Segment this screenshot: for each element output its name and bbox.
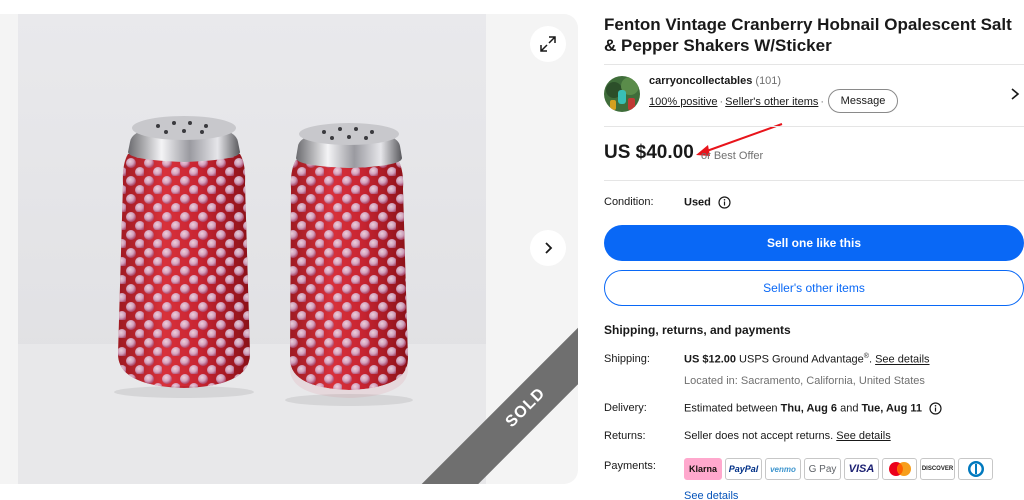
item-location: Located in: Sacramento, California, Unit…	[684, 375, 925, 387]
right-shaker	[290, 123, 408, 398]
registered-mark: ®	[863, 353, 869, 360]
best-offer-label: or Best Offer	[701, 150, 764, 162]
paypal-logo: PayPal	[725, 458, 762, 480]
condition-text: Used	[684, 196, 711, 209]
payment-methods: Klarna PayPal venmo G Pay VISA DISCOVER	[684, 458, 993, 480]
expand-icon	[540, 36, 556, 52]
left-shaker	[118, 116, 250, 388]
google-pay-logo: G Pay	[804, 458, 841, 480]
expand-button[interactable]	[530, 26, 566, 62]
returns-see-details-link[interactable]: See details	[836, 430, 890, 442]
shipping-cost: US $12.00	[684, 353, 736, 366]
condition-label: Condition:	[604, 196, 654, 208]
seller-links: 100% positive · Seller's other items ·	[649, 96, 825, 108]
diners-club-icon	[958, 458, 993, 480]
shipping-see-details-link[interactable]: See details	[875, 354, 929, 366]
delivery-and: and	[840, 402, 859, 415]
delivery-start: Thu, Aug 6	[780, 402, 838, 415]
info-icon[interactable]	[929, 402, 942, 415]
divider	[604, 64, 1024, 65]
price: US $40.00	[604, 142, 694, 163]
shipping-section-title: Shipping, returns, and payments	[604, 323, 791, 337]
discover-logo: DISCOVER	[920, 458, 955, 480]
chevron-right-icon	[545, 242, 553, 254]
info-icon[interactable]	[718, 196, 731, 209]
seller-username[interactable]: carryoncollectables	[649, 75, 752, 87]
seller-avatar[interactable]	[604, 76, 640, 112]
divider	[604, 126, 1024, 127]
positive-feedback-link[interactable]: 100% positive	[649, 96, 718, 108]
chevron-right-icon[interactable]	[1008, 86, 1022, 102]
message-button[interactable]: Message	[828, 89, 898, 113]
delivery-label: Delivery:	[604, 402, 647, 414]
klarna-logo: Klarna	[684, 458, 722, 480]
returns-text: Seller does not accept returns.	[684, 430, 834, 442]
shipping-label: Shipping:	[604, 353, 650, 365]
item-details-panel: Fenton Vintage Cranberry Hobnail Opalesc…	[604, 0, 1024, 500]
listing-title: Fenton Vintage Cranberry Hobnail Opalesc…	[604, 15, 1012, 55]
seller-name[interactable]: carryoncollectables (101)	[649, 75, 781, 87]
visa-logo: VISA	[844, 458, 879, 480]
delivery-end: Tue, Aug 11	[861, 402, 923, 415]
delivery-value: Estimated between Thu, Aug 6 and Tue, Au…	[684, 402, 942, 415]
mastercard-icon	[882, 458, 917, 480]
condition-value: Used	[684, 196, 731, 209]
delivery-prefix: Estimated between	[684, 402, 778, 415]
divider	[604, 180, 1024, 181]
seller-other-items-link[interactable]: Seller's other items	[725, 96, 818, 108]
returns-value: Seller does not accept returns. See deta…	[684, 430, 891, 442]
image-gallery: SOLD	[0, 14, 578, 484]
returns-label: Returns:	[604, 430, 646, 442]
product-photo[interactable]	[18, 14, 486, 484]
payments-see-details-link[interactable]: See details	[684, 490, 738, 500]
payments-label: Payments:	[604, 460, 656, 472]
venmo-logo: venmo	[765, 458, 801, 480]
seller-feedback-count: (101)	[755, 75, 782, 87]
seller-other-items-button[interactable]: Seller's other items	[604, 270, 1024, 306]
next-image-button[interactable]	[530, 230, 566, 266]
shipping-service: USPS Ground Advantage	[739, 353, 864, 366]
sell-one-like-this-button[interactable]: Sell one like this	[604, 225, 1024, 261]
shipping-value: US $12.00 USPS Ground Advantage®. See de…	[684, 353, 930, 366]
